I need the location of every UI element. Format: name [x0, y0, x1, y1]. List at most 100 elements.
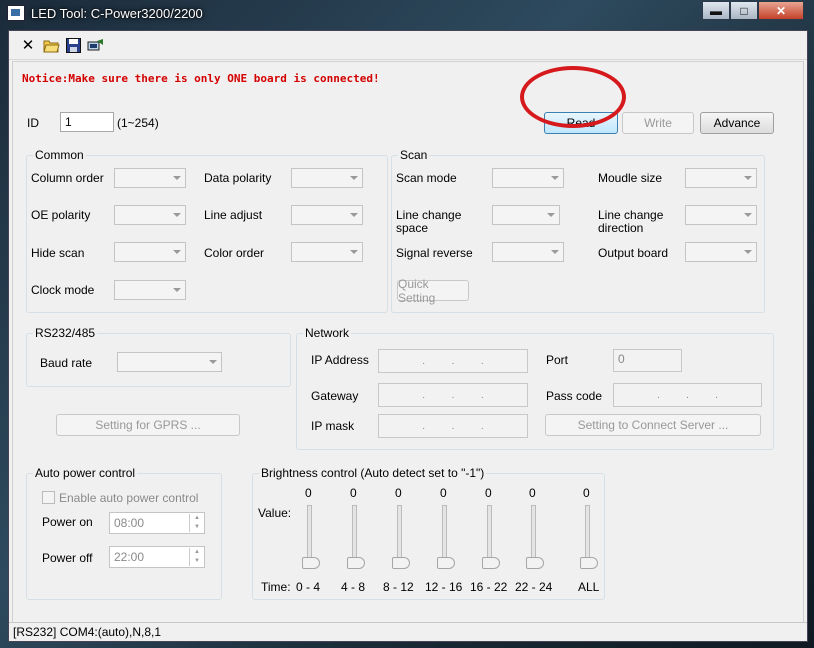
- ip-dot: .: [480, 420, 484, 432]
- open-folder-icon[interactable]: [42, 36, 60, 54]
- rs232-group-title: RS232/485: [33, 326, 98, 340]
- chevron-down-icon: [350, 213, 358, 217]
- color-order-select[interactable]: [291, 242, 363, 262]
- write-button[interactable]: Write: [622, 112, 694, 134]
- brightness-slider-8-12[interactable]: [389, 505, 410, 575]
- ip-dot: .: [480, 389, 484, 401]
- spin-down-icon[interactable]: ▼: [189, 523, 204, 532]
- data-polarity-select[interactable]: [291, 168, 363, 188]
- line-change-space-select[interactable]: [492, 205, 560, 225]
- chevron-down-icon: [173, 288, 181, 292]
- chevron-down-icon: [209, 360, 217, 364]
- pass-code-input[interactable]: ...: [613, 383, 762, 407]
- brightness-slider-22-24[interactable]: [523, 505, 544, 575]
- ip-address-input[interactable]: ...: [378, 349, 528, 373]
- close-button[interactable]: ✕: [758, 1, 804, 20]
- ip-dot: .: [422, 389, 426, 401]
- line-adjust-select[interactable]: [291, 205, 363, 225]
- save-icon[interactable]: [64, 36, 82, 54]
- slider-thumb[interactable]: [392, 557, 410, 569]
- module-size-label: Moudle size: [598, 171, 663, 185]
- power-off-time-input[interactable]: 22:00 ▲ ▼: [109, 546, 205, 568]
- chevron-down-icon: [350, 250, 358, 254]
- column-order-select[interactable]: [114, 168, 186, 188]
- spin-up-icon[interactable]: ▲: [189, 548, 204, 557]
- time-range-all: ALL: [578, 580, 600, 594]
- ip-dot: .: [422, 420, 426, 432]
- advance-button[interactable]: Advance: [700, 112, 774, 134]
- baud-rate-select[interactable]: [117, 352, 222, 372]
- line-adjust-label: Line adjust: [204, 208, 263, 222]
- color-order-label: Color order: [204, 246, 265, 260]
- chevron-down-icon: [744, 176, 752, 180]
- status-text: [RS232] COM4:(auto),N,8,1: [13, 625, 162, 639]
- port-input[interactable]: 0: [613, 349, 682, 372]
- ip-mask-label: IP mask: [311, 419, 355, 433]
- quick-setting-button[interactable]: Quick Setting: [397, 277, 469, 305]
- read-button[interactable]: Read: [544, 112, 618, 134]
- output-board-select[interactable]: [685, 242, 757, 262]
- connection-icon[interactable]: [87, 36, 105, 54]
- signal-reverse-select[interactable]: [492, 242, 564, 262]
- toolbar: ✕: [9, 31, 807, 60]
- module-size-select[interactable]: [685, 168, 757, 188]
- clock-mode-select[interactable]: [114, 280, 186, 300]
- id-input[interactable]: 1: [60, 112, 114, 132]
- time-range-0-4: 0 - 4: [296, 580, 321, 594]
- chevron-down-icon: [350, 176, 358, 180]
- spin-up-icon[interactable]: ▲: [189, 514, 204, 523]
- brightness-value-16-22: 0: [485, 486, 492, 500]
- maximize-button[interactable]: □: [730, 1, 758, 20]
- id-label: ID: [27, 116, 39, 130]
- brightness-value-4-8: 0: [350, 486, 357, 500]
- time-range-16-22: 16 - 22: [470, 580, 508, 594]
- ip-dot: .: [451, 389, 455, 401]
- slider-thumb[interactable]: [482, 557, 500, 569]
- brightness-value-22-24: 0: [529, 486, 536, 500]
- brightness-slider-all[interactable]: [577, 505, 598, 575]
- title-bar[interactable]: LED Tool: C-Power3200/2200 ▬ □ ✕: [0, 0, 814, 30]
- oe-polarity-select[interactable]: [114, 205, 186, 225]
- brightness-value-all: 0: [583, 486, 590, 500]
- brightness-slider-12-16[interactable]: [434, 505, 455, 575]
- chevron-down-icon: [744, 250, 752, 254]
- gprs-setting-button[interactable]: Setting for GPRS ...: [56, 414, 240, 436]
- chevron-down-icon: [547, 213, 555, 217]
- status-bar: [RS232] COM4:(auto),N,8,1: [9, 622, 807, 641]
- brightness-slider-16-22[interactable]: [479, 505, 500, 575]
- connect-server-button[interactable]: Setting to Connect Server ...: [545, 414, 761, 436]
- brightness-time-label: Time:: [261, 580, 291, 594]
- brightness-slider-4-8[interactable]: [344, 505, 365, 575]
- minimize-button[interactable]: ▬: [702, 1, 730, 20]
- slider-thumb[interactable]: [437, 557, 455, 569]
- brightness-value-0-4: 0: [305, 486, 312, 500]
- id-range-label: (1~254): [117, 116, 159, 130]
- data-polarity-label: Data polarity: [204, 171, 272, 185]
- slider-thumb[interactable]: [580, 557, 598, 569]
- line-change-direction-select[interactable]: [685, 205, 757, 225]
- app-window: LED Tool: C-Power3200/2200 ▬ □ ✕ ✕ Notic…: [0, 0, 814, 648]
- ip-dot: .: [451, 355, 455, 367]
- brightness-slider-0-4[interactable]: [299, 505, 320, 575]
- ip-mask-input[interactable]: ...: [378, 414, 528, 438]
- hide-scan-select[interactable]: [114, 242, 186, 262]
- time-range-22-24: 22 - 24: [515, 580, 553, 594]
- power-on-time-input[interactable]: 08:00 ▲ ▼: [109, 512, 205, 534]
- scan-group-title: Scan: [398, 148, 430, 162]
- caption-buttons: ▬ □ ✕: [702, 1, 804, 20]
- brightness-value-label: Value:: [258, 506, 292, 520]
- window-title: LED Tool: C-Power3200/2200: [31, 6, 203, 21]
- scan-mode-select[interactable]: [492, 168, 564, 188]
- client-area: ✕ Notice:Make sure there is only ONE boa…: [8, 30, 808, 642]
- gateway-input[interactable]: ...: [378, 383, 528, 407]
- chevron-down-icon: [744, 213, 752, 217]
- slider-thumb[interactable]: [347, 557, 365, 569]
- port-label: Port: [546, 353, 569, 367]
- close-icon[interactable]: ✕: [19, 36, 37, 54]
- spin-down-icon[interactable]: ▼: [189, 557, 204, 566]
- chevron-down-icon: [173, 250, 181, 254]
- slider-thumb[interactable]: [526, 557, 544, 569]
- enable-auto-power-checkbox[interactable]: [42, 491, 55, 504]
- slider-thumb[interactable]: [302, 557, 320, 569]
- common-group-title: Common: [33, 148, 86, 162]
